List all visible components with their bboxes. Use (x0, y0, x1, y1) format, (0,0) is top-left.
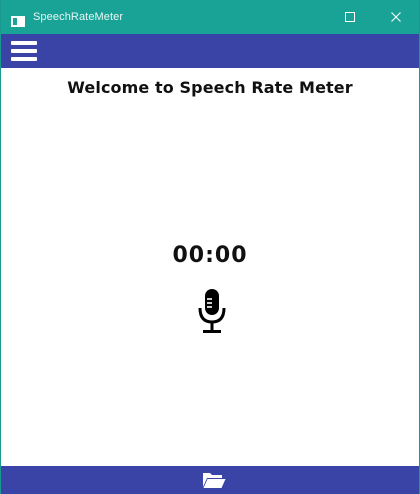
window-title: SpeechRateMeter (33, 11, 124, 23)
maximize-button[interactable] (327, 0, 373, 34)
app-window: SpeechRateMeter Welcome to Speech Rate M… (0, 0, 420, 494)
open-folder-icon[interactable] (202, 471, 226, 489)
welcome-heading: Welcome to Speech Rate Meter (67, 78, 353, 97)
top-toolbar (1, 34, 419, 68)
close-icon (391, 12, 401, 22)
timer-display: 00:00 (172, 243, 248, 268)
hamburger-icon[interactable] (11, 41, 37, 61)
maximize-icon (345, 12, 355, 22)
microphone-icon[interactable] (197, 289, 227, 337)
title-bar[interactable]: SpeechRateMeter (1, 0, 419, 34)
close-button[interactable] (373, 0, 419, 34)
bottom-toolbar (1, 466, 419, 494)
app-icon (11, 12, 25, 27)
